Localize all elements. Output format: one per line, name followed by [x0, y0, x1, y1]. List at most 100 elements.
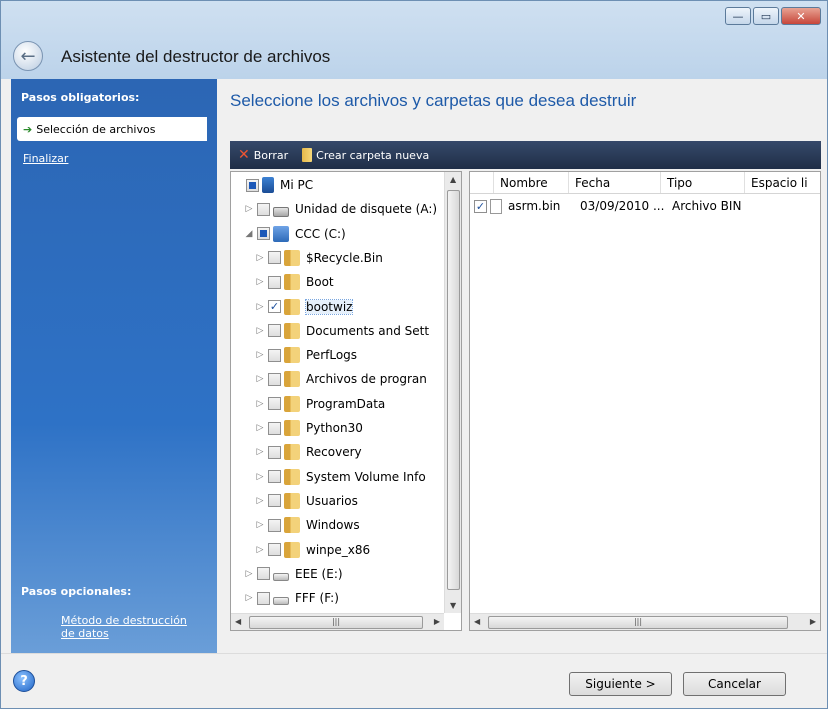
next-button[interactable]: Siguiente >: [569, 672, 672, 696]
expand-toggle-icon[interactable]: ▷: [255, 472, 265, 482]
tree-checkbox[interactable]: [268, 397, 281, 411]
cancel-button[interactable]: Cancelar: [683, 672, 786, 696]
tree-checkbox[interactable]: [268, 275, 281, 289]
tree-checkbox[interactable]: [268, 445, 281, 459]
expand-toggle-icon[interactable]: ▷: [255, 374, 265, 384]
file-icon: [490, 198, 502, 214]
folder-tree: Mi PC ▷ Unidad de disquete (A:) ◢ CCC (C:) ▷ $…: [230, 171, 462, 631]
delete-button[interactable]: ✕ Borrar: [238, 147, 288, 163]
tree-checkbox[interactable]: [268, 494, 281, 508]
sidebar-item-destruction-method[interactable]: Método de destrucción de datos: [61, 614, 187, 640]
minimize-button[interactable]: —: [725, 7, 751, 25]
expand-toggle-icon[interactable]: ▷: [244, 204, 254, 214]
scroll-down-icon[interactable]: ▼: [450, 601, 456, 610]
expand-toggle-icon[interactable]: ▷: [255, 350, 265, 360]
tree-checkbox[interactable]: [246, 178, 259, 192]
tree-vertical-scrollbar[interactable]: ▲ ▼: [444, 172, 461, 613]
expand-toggle-icon[interactable]: ▷: [255, 447, 265, 457]
checkbox-column: [470, 172, 494, 193]
tree-item[interactable]: ▷ Recovery: [231, 441, 362, 463]
column-header[interactable]: Tipo: [661, 172, 745, 193]
tree-item[interactable]: ▷ Archivos de progran: [231, 368, 427, 390]
column-header[interactable]: Nombre: [494, 172, 569, 193]
tree-item-label: Unidad de disquete (A:): [295, 202, 438, 217]
back-arrow-icon[interactable]: ←: [13, 41, 43, 71]
expand-toggle-icon[interactable]: ▷: [255, 545, 265, 555]
scroll-up-icon[interactable]: ▲: [450, 175, 456, 184]
tree-item-label: Mi PC: [280, 178, 314, 192]
tree-horizontal-scrollbar[interactable]: ◀ ||| ▶: [231, 613, 444, 630]
tree-item[interactable]: ▷ winpe_x86: [231, 539, 370, 561]
tree-item-label: FFF (F:): [295, 591, 339, 606]
tree-checkbox[interactable]: [257, 227, 270, 241]
drive-icon: [273, 572, 289, 581]
tree-item[interactable]: ▷ EEE (E:): [231, 563, 343, 585]
help-icon[interactable]: ?: [13, 670, 35, 692]
scroll-thumb[interactable]: |||: [249, 616, 423, 629]
file-horizontal-scrollbar[interactable]: ◀ ||| ▶: [470, 613, 820, 630]
tree-item[interactable]: ▷ FFF (F:): [231, 587, 339, 609]
tree-checkbox[interactable]: [268, 348, 281, 362]
expand-toggle-icon[interactable]: ▷: [255, 496, 265, 506]
close-button[interactable]: ✕: [781, 7, 821, 25]
tree-checkbox[interactable]: ✓: [268, 300, 281, 313]
expand-toggle-icon[interactable]: ▷: [255, 399, 265, 409]
window-title: Asistente del destructor de archivos: [61, 47, 331, 66]
footer-bar: ? Siguiente > Cancelar: [1, 653, 827, 708]
scroll-left-icon[interactable]: ◀: [235, 617, 241, 626]
scroll-right-icon[interactable]: ▶: [434, 617, 440, 626]
expand-toggle-icon[interactable]: ▷: [244, 593, 254, 603]
expand-toggle-icon[interactable]: ▷: [255, 326, 265, 336]
tree-checkbox[interactable]: [268, 518, 281, 532]
tree-checkbox[interactable]: [268, 251, 281, 265]
expand-toggle-icon[interactable]: ▷: [244, 569, 254, 579]
tree-checkbox[interactable]: [257, 591, 270, 605]
link-line: Método de destrucción: [61, 614, 187, 627]
tree-checkbox[interactable]: [268, 372, 281, 386]
expand-toggle-icon[interactable]: ◢: [244, 229, 254, 239]
required-steps-header: Pasos obligatorios:: [21, 91, 140, 104]
tree-item[interactable]: ▷ Documents and Sett: [231, 320, 429, 342]
tree-item[interactable]: ▷ Boot: [231, 271, 334, 293]
maximize-button[interactable]: ▭: [753, 7, 779, 25]
column-header[interactable]: Fecha: [569, 172, 661, 193]
tree-item[interactable]: ◢ CCC (C:): [231, 223, 346, 245]
tree-item[interactable]: ▷ System Volume Info: [231, 466, 426, 488]
scroll-thumb[interactable]: [447, 190, 460, 590]
tree-item[interactable]: ▷ Windows: [231, 514, 360, 536]
file-date: 03/09/2010 ...: [580, 199, 665, 213]
tree-item-label: winpe_x86: [306, 542, 371, 557]
tree-checkbox[interactable]: [268, 543, 281, 556]
folder-icon: [284, 371, 300, 388]
expand-toggle-icon[interactable]: ▷: [255, 277, 265, 287]
expand-toggle-icon[interactable]: ▷: [255, 423, 265, 433]
row-checkbox[interactable]: ✓: [474, 199, 487, 213]
scroll-thumb[interactable]: |||: [488, 616, 788, 629]
scroll-left-icon[interactable]: ◀: [474, 617, 480, 626]
expand-toggle-icon[interactable]: ▷: [255, 520, 265, 530]
expand-toggle-icon[interactable]: ▷: [255, 302, 265, 312]
tree-item[interactable]: Mi PC: [231, 174, 313, 196]
tree-item[interactable]: ▷ Python30: [231, 417, 363, 439]
tree-checkbox[interactable]: [257, 202, 270, 216]
tree-item[interactable]: ▷ ProgramData: [231, 393, 385, 415]
table-row[interactable]: ✓ asrm.bin 03/09/2010 ... Archivo BIN: [470, 196, 756, 216]
tree-checkbox[interactable]: [257, 567, 270, 581]
expand-toggle-icon[interactable]: ▷: [255, 253, 265, 263]
column-header[interactable]: Espacio li: [745, 172, 820, 193]
tree-item[interactable]: ▷ PerfLogs: [231, 344, 357, 366]
tree-item[interactable]: ▷ Unidad de disquete (A:): [231, 198, 437, 220]
tree-checkbox[interactable]: [268, 421, 281, 435]
tree-checkbox[interactable]: [268, 324, 281, 338]
tree-item-label: Recovery: [306, 445, 362, 460]
tree-item[interactable]: ▷ $Recycle.Bin: [231, 247, 383, 269]
sidebar-item-finish[interactable]: Finalizar: [23, 152, 68, 165]
new-folder-button[interactable]: Crear carpeta nueva: [302, 148, 429, 162]
scroll-right-icon[interactable]: ▶: [810, 617, 816, 626]
tree-item[interactable]: ▷ ✓ bootwiz: [231, 296, 354, 318]
tree-item[interactable]: ▷ Usuarios: [231, 490, 358, 512]
tree-checkbox[interactable]: [268, 470, 281, 484]
delete-label: Borrar: [253, 148, 289, 162]
sidebar-item-file-selection[interactable]: ➔ Selección de archivos: [17, 117, 207, 141]
floppy-icon: [273, 207, 289, 218]
